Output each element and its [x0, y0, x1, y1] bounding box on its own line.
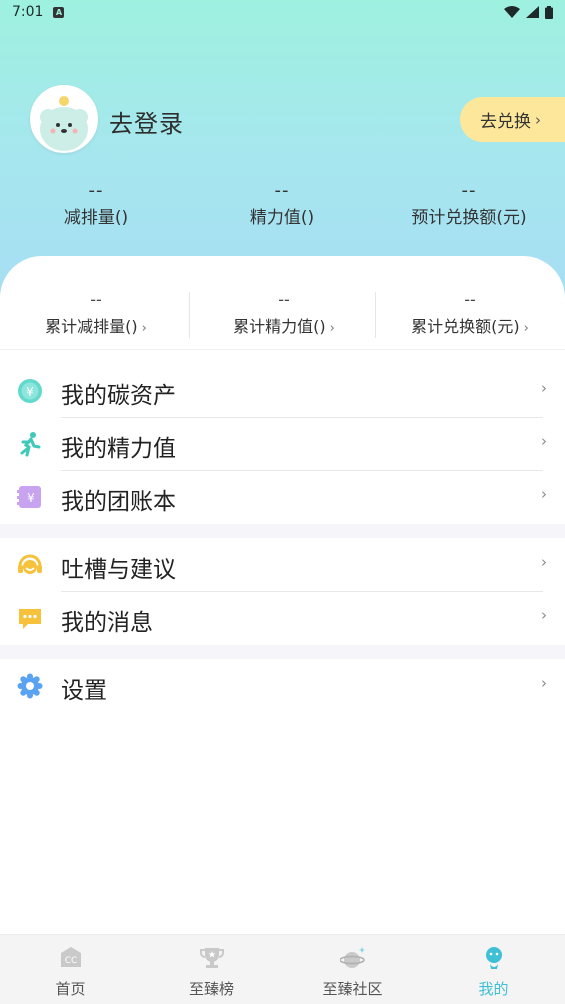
cumulative-emission[interactable]: -- 累计减排量() ›: [2, 290, 190, 337]
cumulative-label: 累计减排量() ›: [45, 317, 147, 336]
menu-item-feedback[interactable]: 吐槽与建议 ›: [0, 539, 565, 592]
chevron-right-icon: ›: [141, 321, 147, 336]
cumulative-energy[interactable]: -- 累计精力值() ›: [190, 290, 378, 337]
svg-text:¥: ¥: [27, 491, 35, 505]
stat-label: 减排量(): [63, 208, 129, 228]
tab-label: 至臻社区: [322, 980, 383, 998]
cumulative-value: --: [90, 290, 102, 309]
tab-home[interactable]: CC 首页: [0, 935, 141, 1004]
stat-value: --: [274, 180, 290, 201]
svg-text:CC: CC: [65, 956, 78, 966]
planet-icon: [340, 947, 366, 968]
menu-item-label: 我的精力值: [61, 436, 176, 462]
tab-label: 至臻榜: [188, 980, 234, 998]
chevron-right-icon: ›: [541, 606, 547, 624]
section-gap: [0, 524, 565, 538]
chevron-right-icon: ›: [535, 110, 541, 129]
menu-item-messages[interactable]: 我的消息 ›: [0, 592, 565, 645]
stat-value: --: [461, 180, 477, 201]
ledger-icon: ¥: [17, 486, 41, 508]
menu-item-label: 吐槽与建议: [61, 557, 176, 583]
tab-label: 首页: [55, 980, 86, 998]
avatar[interactable]: [30, 85, 98, 153]
redeem-button-label: 去兑换: [480, 112, 531, 132]
status-bar: 7:01 A: [0, 0, 565, 24]
menu-item-settings[interactable]: 设置 ›: [0, 660, 565, 713]
menu-item-ledger[interactable]: ¥ 我的团账本 ›: [0, 471, 565, 524]
tab-leaderboard[interactable]: 至臻榜: [141, 935, 282, 1004]
settings-gear-icon: [17, 673, 43, 699]
signal-icon: [526, 6, 539, 18]
wifi-icon: [504, 6, 520, 18]
mascot-avatar-icon: [32, 87, 96, 151]
tab-community[interactable]: 至臻社区: [282, 935, 423, 1004]
stat-label: 精力值(): [249, 208, 315, 228]
menu-item-energy[interactable]: 我的精力值 ›: [0, 418, 565, 471]
stat-emission: -- 减排量(): [2, 180, 190, 228]
menu-item-carbon-assets[interactable]: ¥ 我的碳资产 ›: [0, 365, 565, 418]
stat-label: 预计兑换额(元): [411, 208, 527, 228]
status-time: 7:01: [12, 4, 44, 20]
menu-item-label: 我的消息: [61, 610, 153, 636]
tab-profile[interactable]: 我的: [423, 935, 564, 1004]
chevron-right-icon: ›: [541, 379, 547, 397]
stat-energy: -- 精力值(): [188, 180, 376, 228]
divider: [0, 349, 565, 350]
redeem-button[interactable]: 去兑换 ›: [460, 97, 565, 142]
chevron-right-icon: ›: [541, 432, 547, 450]
cumulative-value: --: [278, 290, 290, 309]
menu-item-label: 我的碳资产: [61, 383, 176, 409]
tab-label: 我的: [478, 980, 509, 998]
notification-icon: A: [53, 6, 65, 18]
chevron-right-icon: ›: [541, 674, 547, 692]
feedback-headset-icon: [18, 554, 42, 574]
cumulative-label: 累计兑换额(元) ›: [411, 317, 529, 336]
cumulative-label: 累计精力值() ›: [233, 317, 335, 336]
chevron-right-icon: ›: [329, 321, 335, 336]
chevron-right-icon: ›: [541, 553, 547, 571]
runner-icon: [20, 432, 41, 457]
chevron-right-icon: ›: [523, 321, 529, 336]
bottom-nav: CC 首页 至臻榜 至臻社区 我的: [0, 934, 565, 1004]
section-gap: [0, 645, 565, 659]
menu-item-label: 设置: [61, 678, 107, 704]
battery-icon: [545, 5, 553, 19]
cumulative-redeem[interactable]: -- 累计兑换额(元) ›: [376, 290, 564, 337]
chevron-right-icon: ›: [541, 485, 547, 503]
home-cc-icon: CC: [61, 947, 81, 967]
menu-item-label: 我的团账本: [61, 489, 176, 515]
carbon-asset-icon: ¥: [18, 379, 42, 403]
login-link[interactable]: 去登录: [109, 104, 184, 139]
stat-value: --: [88, 180, 104, 201]
profile-icon: [486, 947, 502, 969]
message-icon: [19, 609, 41, 629]
cumulative-value: --: [464, 290, 476, 309]
stat-estimated-redeem: -- 预计兑换额(元): [375, 180, 563, 228]
svg-text:¥: ¥: [26, 385, 34, 399]
trophy-icon: [200, 948, 224, 968]
